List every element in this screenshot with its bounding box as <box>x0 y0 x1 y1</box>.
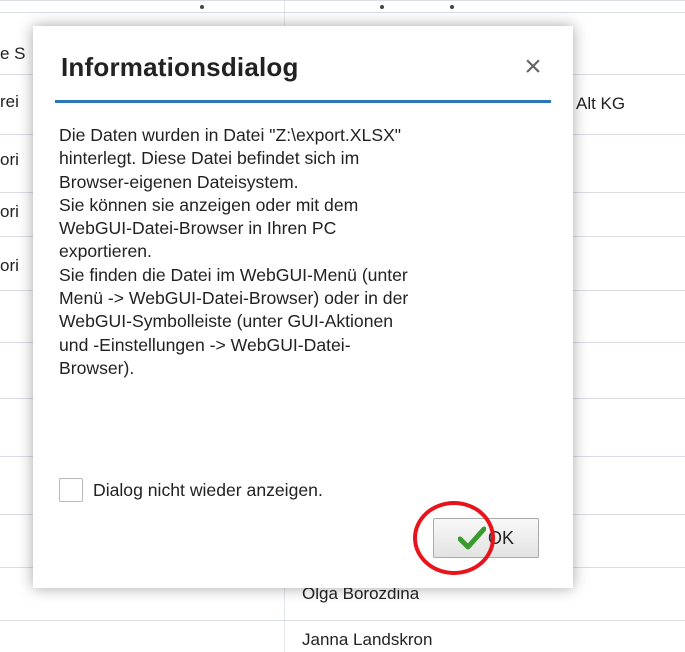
screen: e S rei ori ori ori Alt KG Olga Borozdin… <box>0 0 685 652</box>
message-line: Sie finden die Datei im WebGUI-Menü (unt… <box>59 264 408 285</box>
dialog-header: Informationsdialog × <box>55 46 551 106</box>
close-icon: × <box>524 50 542 83</box>
table-cell[interactable]: Janna Landskron <box>302 630 432 650</box>
table-cell[interactable]: ori <box>0 150 30 170</box>
message-line: Die Daten wurden in Datei "Z:\export.XLS… <box>59 125 402 145</box>
table-row-divider <box>0 12 685 13</box>
message-line: Browser). <box>59 357 135 378</box>
dialog-title: Informationsdialog <box>61 52 299 82</box>
checkmark-icon <box>457 526 486 550</box>
table-cell[interactable]: e S <box>0 44 30 64</box>
table-row-divider <box>0 0 685 1</box>
message-line: und -Einstellungen -> WebGUI-Datei- <box>59 334 351 355</box>
close-button[interactable]: × <box>517 52 549 84</box>
ok-label: OK <box>487 527 514 548</box>
cell-fragment <box>380 5 384 9</box>
cell-fragment <box>450 5 454 9</box>
table-cell[interactable]: ori <box>0 256 30 276</box>
message-line: exportieren. <box>59 241 152 262</box>
information-dialog: Informationsdialog × Die Daten wurden in… <box>33 26 573 588</box>
message-line: WebGUI-Symbolleiste (unter GUI-Aktionen <box>59 311 394 332</box>
message-line: Sie können sie anzeigen oder mit dem <box>59 194 359 215</box>
dialog-message: Die Daten wurden in Datei "Z:\export.XLS… <box>59 124 539 380</box>
dont-show-again-label[interactable]: Dialog nicht wieder anzeigen. <box>93 480 323 501</box>
header-divider <box>55 100 551 103</box>
message-line: Browser-eigenen Dateisystem. <box>59 171 299 192</box>
cell-fragment <box>200 5 204 9</box>
dont-show-again-checkbox[interactable] <box>59 478 83 502</box>
table-cell[interactable]: Alt KG <box>576 94 625 114</box>
dont-show-again-row[interactable]: Dialog nicht wieder anzeigen. <box>59 476 323 504</box>
message-line: WebGUI-Datei-Browser in Ihren PC <box>59 218 337 239</box>
table-row-divider <box>0 620 685 621</box>
message-line: hinterlegt. Diese Datei befindet sich im <box>59 148 360 169</box>
table-cell[interactable]: ori <box>0 202 30 222</box>
ok-button[interactable]: OK <box>433 518 539 558</box>
message-line: Menü -> WebGUI-Datei-Browser) oder in de… <box>59 288 409 309</box>
table-cell[interactable]: rei <box>0 92 30 112</box>
